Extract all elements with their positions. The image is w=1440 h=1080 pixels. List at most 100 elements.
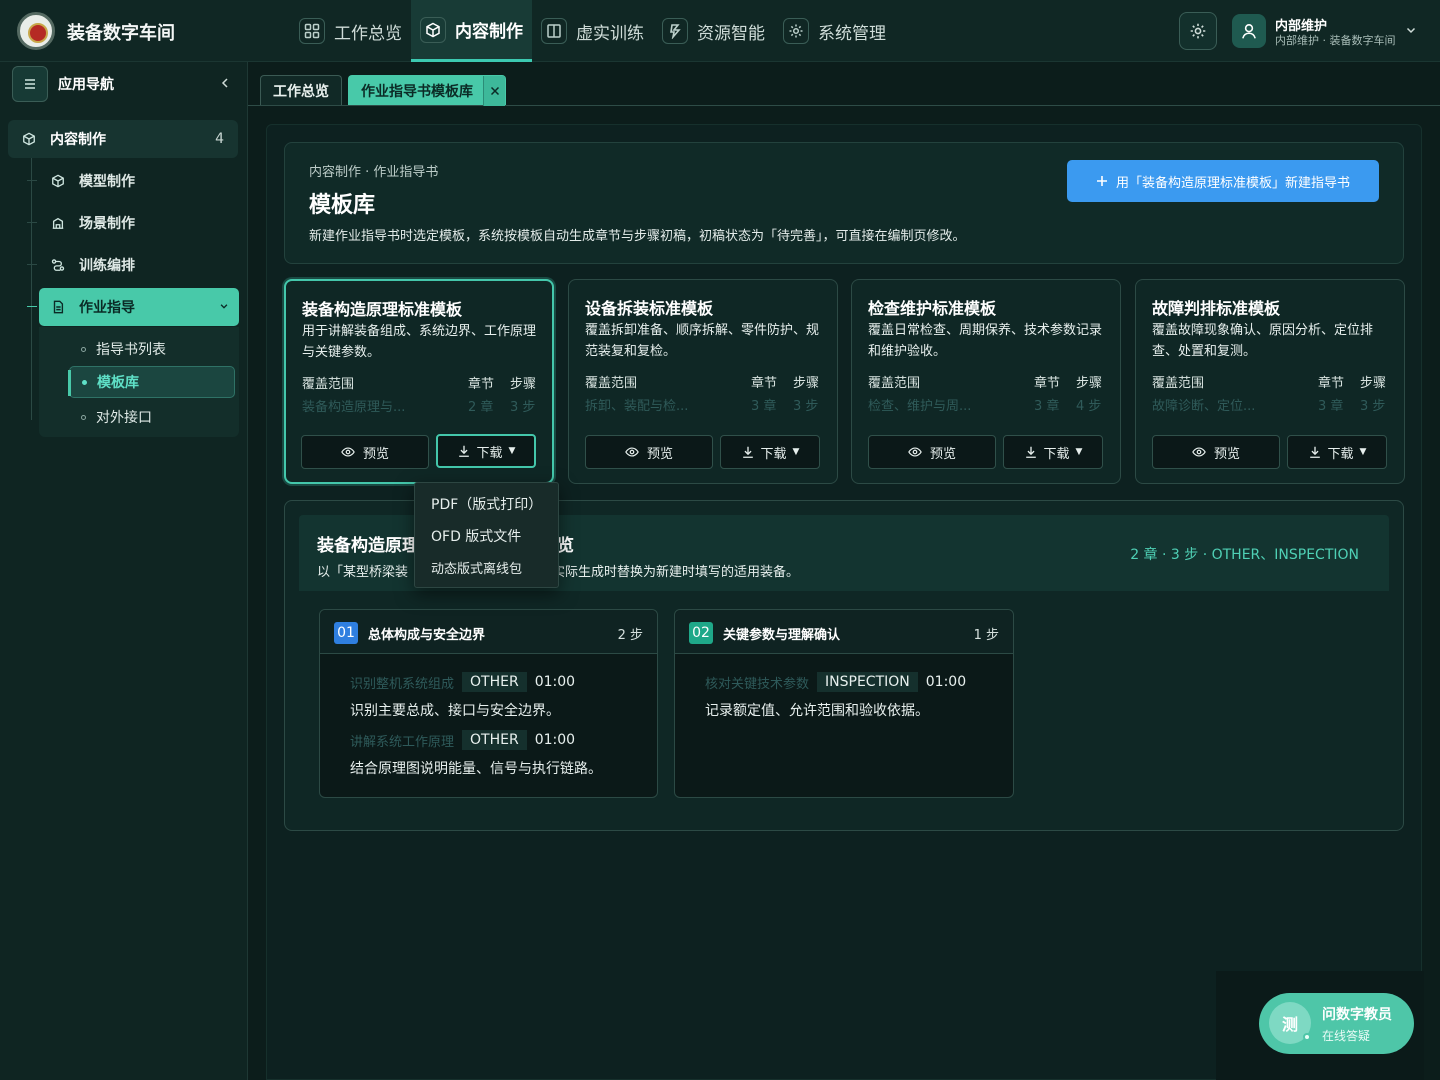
scope-label: 覆盖范围	[868, 376, 921, 391]
chapter-card: 01 总体构成与安全边界 2 步 识别整机系统组成 OTHER 01:00 识别…	[319, 609, 658, 798]
chapters-value: 3 章	[1318, 399, 1344, 414]
download-option-pdf[interactable]: PDF（版式打印）	[431, 494, 542, 514]
sidebar-submenu: 指导书列表 模板库 对外接口	[39, 327, 239, 437]
page-description: 新建作业指导书时选定模板，系统按模板自动生成章节与步骤初稿，初稿状态为「待完善」…	[309, 229, 966, 244]
steps-label: 步骤	[510, 377, 537, 392]
menu-button[interactable]	[12, 66, 48, 102]
nav-item-content[interactable]: 内容制作	[411, 0, 532, 62]
gear-icon	[783, 18, 809, 44]
bullet	[81, 346, 86, 352]
close-icon[interactable]	[483, 75, 505, 106]
nav-label: 内容制作	[455, 22, 523, 42]
sidebar-item-guidance[interactable]: 作业指导	[27, 288, 239, 326]
download-button[interactable]: 下载 ▼	[1003, 435, 1103, 469]
preview-label: 预览	[929, 446, 956, 462]
flow-icon	[51, 258, 65, 272]
chevron-down-icon[interactable]	[1405, 24, 1417, 36]
nav-label: 虚实训练	[576, 23, 644, 44]
download-icon	[1024, 445, 1038, 459]
settings-button[interactable]	[1179, 12, 1217, 50]
nav-item-training[interactable]: 虚实训练	[532, 0, 653, 62]
tab-label: 工作总览	[273, 83, 329, 100]
template-card[interactable]: 装备构造原理标准模板 用于讲解装备组成、系统边界、工作原理与关键参数。 覆盖范围…	[284, 279, 554, 484]
tree-line	[31, 158, 32, 420]
tab-overview[interactable]: 工作总览	[260, 75, 342, 105]
nav-item-system[interactable]: 系统管理	[774, 0, 895, 62]
scope-value: 故障诊断、定位...	[1152, 399, 1256, 414]
eye-icon	[341, 445, 355, 459]
step-description: 记录额定值、允许范围和验收依据。	[705, 703, 929, 719]
preview-button[interactable]: 预览	[1152, 435, 1280, 469]
chapters-label: 章节	[1034, 376, 1061, 391]
template-card[interactable]: 检查维护标准模板 覆盖日常检查、周期保养、技术参数记录和维护验收。 覆盖范围 章…	[851, 279, 1121, 484]
template-card[interactable]: 设备拆装标准模板 覆盖拆卸准备、顺序拆解、零件防护、规范装复和复检。 覆盖范围 …	[568, 279, 838, 484]
chapter-card: 02 关键参数与理解确认 1 步 核对关键技术参数 INSPECTION 01:…	[674, 609, 1014, 798]
sidebar-title: 应用导航	[58, 77, 114, 93]
sidebar-subitem-template-library[interactable]: 模板库	[68, 366, 235, 398]
download-button[interactable]: 下载 ▼	[436, 434, 536, 468]
assistant-button[interactable]: 测 问数字教员 在线答疑	[1259, 993, 1414, 1054]
download-option-offline-package[interactable]: 动态版式离线包	[431, 558, 522, 577]
template-title: 故障判排标准模板	[1152, 299, 1281, 318]
user-icon	[1242, 24, 1256, 39]
new-guide-button[interactable]: 用「装备构造原理标准模板」新建指导书	[1067, 160, 1379, 202]
download-button[interactable]: 下载 ▼	[720, 435, 820, 469]
preview-button[interactable]: 预览	[301, 435, 429, 469]
sidebar-subitem-guide-list[interactable]: 指导书列表	[69, 333, 235, 365]
preview-label: 预览	[362, 446, 389, 462]
breadcrumb: 内容制作 · 作业指导书	[309, 165, 439, 180]
template-card[interactable]: 故障判排标准模板 覆盖故障现象确认、原因分析、定位排查、处置和复测。 覆盖范围 …	[1135, 279, 1405, 484]
chapter-header: 01 总体构成与安全边界 2 步	[320, 610, 657, 654]
nav-item-resources[interactable]: 资源智能	[653, 0, 774, 62]
steps-label: 步骤	[1360, 376, 1387, 391]
download-option-ofd[interactable]: OFD 版式文件	[431, 526, 521, 546]
user-subtitle: 内部维护 · 装备数字车间	[1275, 34, 1396, 47]
nav-item-overview[interactable]: 工作总览	[290, 0, 411, 62]
template-description: 覆盖日常检查、周期保养、技术参数记录和维护验收。	[868, 323, 1103, 359]
sidebar-item-label: 训练编排	[79, 258, 135, 274]
chapters-value: 3 章	[1034, 399, 1060, 414]
eye-icon	[908, 445, 922, 459]
sidebar-group-count: 4	[215, 131, 224, 147]
template-description: 用于讲解装备组成、系统边界、工作原理与关键参数。	[302, 324, 537, 360]
grid-icon	[299, 18, 325, 44]
step-row: 讲解系统工作原理 OTHER 01:00	[350, 730, 575, 750]
sidebar-group-content[interactable]: 内容制作 4	[8, 120, 238, 158]
sidebar-item-model[interactable]: 模型制作	[27, 162, 239, 200]
online-status-dot	[1303, 1033, 1311, 1041]
hero-panel: 内容制作 · 作业指导书 模板库 新建作业指导书时选定模板，系统按模板自动生成章…	[284, 142, 1404, 264]
step-description: 结合原理图说明能量、信号与执行链路。	[350, 761, 602, 777]
preview-button[interactable]: 预览	[585, 435, 713, 469]
assistant-subtitle: 在线答疑	[1322, 1029, 1371, 1043]
chapters-value: 3 章	[751, 399, 777, 414]
chapters-value: 2 章	[468, 400, 494, 415]
tab-divider	[248, 105, 1440, 106]
page-title: 模板库	[309, 193, 376, 218]
steps-value: 3 步	[1360, 399, 1386, 414]
sidebar-subitem-external-api[interactable]: 对外接口	[69, 401, 235, 433]
sidebar-item-scene[interactable]: 场景制作	[27, 204, 239, 242]
preview-button[interactable]: 预览	[868, 435, 996, 469]
chevron-down-icon	[219, 301, 229, 311]
sidebar-item-label: 模型制作	[79, 174, 135, 190]
sidebar-item-orchestration[interactable]: 训练编排	[27, 246, 239, 284]
collapse-sidebar-icon[interactable]	[218, 76, 232, 90]
chapter-number: 02	[689, 622, 713, 644]
steps-label: 步骤	[1076, 376, 1103, 391]
sidebar-subitem-label: 对外接口	[96, 410, 152, 426]
step-name: 讲解系统工作原理	[350, 734, 455, 750]
sidebar-header: 应用导航	[12, 66, 238, 102]
sidebar: 应用导航 内容制作 4 模型制作 场景制作 训练编排 作业指导 指导书列表 模板…	[0, 62, 248, 1080]
tab-template-library[interactable]: 作业指导书模板库	[348, 75, 506, 106]
bullet	[81, 414, 86, 420]
download-label: 下载	[760, 446, 787, 462]
user-avatar[interactable]	[1232, 14, 1266, 48]
preview-label: 预览	[646, 446, 673, 462]
sidebar-item-label: 场景制作	[79, 216, 135, 232]
scope-value: 检查、维护与周...	[868, 399, 972, 414]
eye-icon	[1192, 445, 1206, 459]
download-button[interactable]: 下载 ▼	[1287, 435, 1387, 469]
chapter-title: 关键参数与理解确认	[723, 628, 841, 643]
step-time: 01:00	[534, 732, 576, 748]
sidebar-group-label: 内容制作	[50, 132, 106, 148]
